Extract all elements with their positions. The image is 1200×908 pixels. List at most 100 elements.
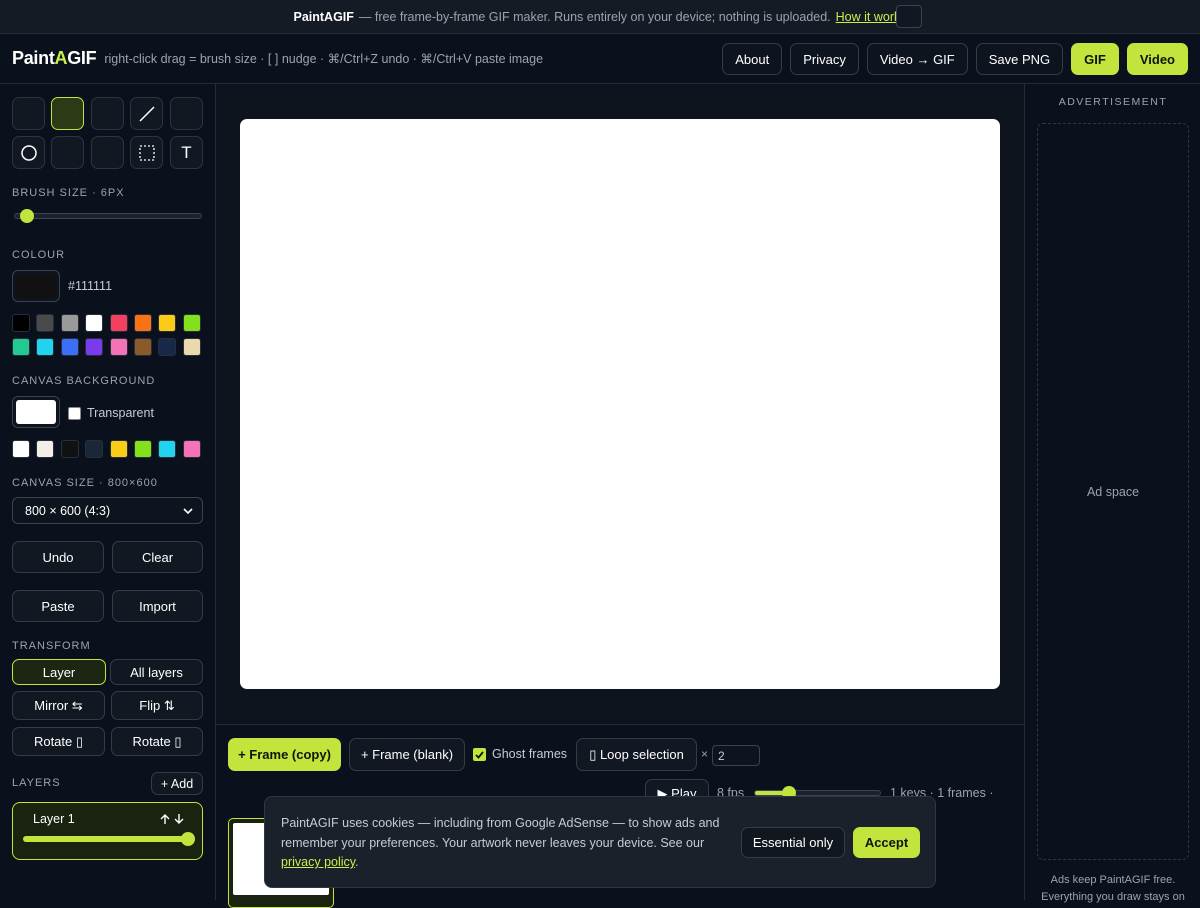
cookie-banner: PaintAGIF uses cookies — including from …	[264, 796, 936, 888]
paste-button[interactable]: Paste	[12, 590, 104, 622]
arrow-down-icon[interactable]	[173, 813, 185, 825]
banner-text: — free frame-by-frame GIF maker. Runs en…	[358, 9, 831, 24]
ellipse-icon	[20, 144, 37, 161]
transparent-label: Transparent	[87, 406, 154, 420]
colour-swatch[interactable]	[158, 338, 177, 356]
add-frame-blank-button[interactable]: + Frame (blank)	[349, 738, 465, 771]
top-banner: PaintAGIF — free frame-by-frame GIF make…	[0, 0, 1200, 34]
save-png-button[interactable]: Save PNG	[975, 43, 1064, 75]
colour-swatch[interactable]	[36, 338, 55, 356]
colour-swatch[interactable]	[12, 338, 30, 356]
colour-swatch[interactable]	[36, 314, 55, 332]
tool-pencil[interactable]	[12, 97, 45, 130]
add-frame-copy-button[interactable]: + Frame (copy)	[228, 738, 341, 771]
background-swatch[interactable]	[134, 440, 152, 458]
colour-swatch[interactable]	[134, 314, 152, 332]
banner-close-box[interactable]	[896, 5, 922, 28]
shortcut-hint: right-click drag = brush size · [ ] nudg…	[104, 52, 544, 66]
rotate-right-button[interactable]: Rotate ▯	[111, 727, 203, 756]
rotate-left-button[interactable]: Rotate ▯	[12, 727, 105, 756]
tool-brush[interactable]	[51, 97, 84, 130]
background-swatch[interactable]	[12, 440, 30, 458]
brush-size-thumb[interactable]	[20, 209, 34, 223]
privacy-button[interactable]: Privacy	[790, 43, 859, 75]
ghost-frames-checkbox[interactable]	[473, 747, 486, 761]
background-swatch[interactable]	[36, 440, 55, 458]
layer-opacity-thumb[interactable]	[181, 832, 195, 846]
canvas-area	[216, 84, 1024, 724]
transform-layer-button[interactable]: Layer	[12, 659, 106, 685]
colour-picker[interactable]	[12, 270, 60, 302]
colour-swatch[interactable]	[109, 338, 128, 356]
background-swatch[interactable]	[182, 440, 201, 458]
ad-space-label: Ad space	[1086, 484, 1140, 499]
arrow-up-icon[interactable]	[159, 813, 171, 825]
tool-fill[interactable]	[51, 136, 84, 169]
colour-swatch[interactable]	[134, 338, 152, 356]
select-icon	[138, 144, 155, 161]
background-preview	[16, 400, 56, 424]
gif-export-button[interactable]: GIF	[1071, 43, 1119, 75]
background-swatch[interactable]	[158, 440, 177, 458]
canvas-size-select[interactable]: 800 × 600 (4:3)	[12, 497, 203, 524]
background-swatch[interactable]	[109, 440, 128, 458]
layer-item[interactable]: Layer 1	[12, 802, 203, 860]
import-button[interactable]: Import	[112, 590, 203, 622]
background-picker[interactable]	[12, 396, 60, 428]
logo-part-3: GIF	[67, 48, 97, 68]
colour-swatch[interactable]	[85, 338, 104, 356]
colour-swatch[interactable]	[85, 314, 104, 332]
undo-button[interactable]: Undo	[12, 541, 104, 573]
layer-name: Layer 1	[33, 812, 75, 826]
cookie-period: .	[355, 855, 359, 869]
brush-size-slider[interactable]	[14, 209, 202, 223]
ad-space: Ad space	[1037, 123, 1189, 860]
video-to-gif-button[interactable]: Video → GIF	[866, 43, 968, 75]
ad-footer-text: Ads keep PaintAGIF free. Everything you …	[1041, 874, 1185, 903]
colour-preview	[16, 274, 56, 298]
add-layer-button[interactable]: + Add	[151, 772, 203, 795]
loop-repeat-input[interactable]: 2	[712, 745, 760, 766]
background-swatch[interactable]	[85, 440, 104, 458]
colour-swatch[interactable]	[158, 314, 177, 332]
tool-select[interactable]	[130, 136, 163, 169]
about-button[interactable]: About	[722, 43, 783, 75]
header: PaintAGIF right-click drag = brush size …	[0, 34, 1200, 84]
colour-swatch[interactable]	[60, 314, 79, 332]
transparent-checkbox[interactable]	[68, 406, 81, 420]
essential-only-button[interactable]: Essential only	[741, 827, 845, 858]
line-icon	[138, 105, 155, 122]
accept-cookies-button[interactable]: Accept	[853, 827, 920, 858]
logo: PaintAGIF	[12, 48, 97, 69]
clear-button[interactable]: Clear	[112, 541, 203, 573]
loop-selection-button[interactable]: ▯ Loop selection	[576, 738, 697, 771]
brush-size-label: BRUSH SIZE · 6PX	[12, 187, 125, 199]
background-swatch[interactable]	[60, 440, 79, 458]
colour-swatch[interactable]	[12, 314, 30, 332]
tool-eraser[interactable]	[91, 97, 124, 130]
tool-sidebar: T BRUSH SIZE · 6PX COLOUR #111111 CANVAS…	[0, 84, 216, 900]
drawing-canvas[interactable]	[240, 119, 1000, 689]
colour-swatch[interactable]	[60, 338, 79, 356]
flip-button[interactable]: Flip ⇅	[111, 691, 203, 720]
mirror-button[interactable]: Mirror ⇆	[12, 691, 105, 720]
colour-swatch[interactable]	[182, 338, 201, 356]
video-export-button[interactable]: Video	[1126, 43, 1188, 75]
colour-swatch[interactable]	[182, 314, 201, 332]
tool-rectangle[interactable]	[170, 97, 203, 130]
banner-brand: PaintAGIF	[293, 9, 354, 24]
check-icon	[475, 750, 484, 759]
advertisement-label: ADVERTISEMENT	[1058, 96, 1168, 108]
tool-ellipse[interactable]	[12, 136, 45, 169]
tool-picker[interactable]	[91, 136, 124, 169]
layer-opacity-slider[interactable]	[23, 832, 195, 846]
transform-label: TRANSFORM	[12, 640, 91, 652]
ad-column: ADVERTISEMENT Ad space Ads keep PaintAGI…	[1024, 84, 1200, 903]
cookie-text: PaintAGIF uses cookies — including from …	[281, 814, 721, 873]
colour-swatch[interactable]	[109, 314, 128, 332]
tool-line[interactable]	[130, 97, 163, 130]
tool-text[interactable]: T	[170, 136, 203, 169]
transform-all-layers-button[interactable]: All layers	[110, 659, 203, 685]
logo-part-2: A	[54, 48, 68, 68]
privacy-policy-link[interactable]: privacy policy	[281, 855, 355, 869]
